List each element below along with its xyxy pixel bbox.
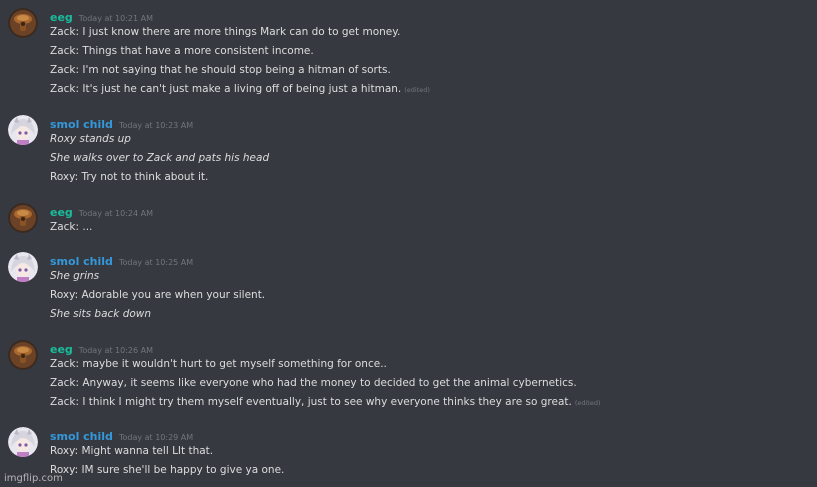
anime-girl-avatar-icon[interactable]: [8, 427, 38, 457]
username[interactable]: smol child: [50, 255, 113, 268]
message-line: Zack: Things that have a more consistent…: [50, 43, 314, 59]
chat-message-list[interactable]: eeg Today at 10:21 AM Zack: I just know th…: [0, 0, 817, 487]
message-line: Zack: I'm not saying that he should stop…: [50, 62, 391, 78]
message-text: Roxy: Try not to think about it.: [50, 171, 209, 183]
message-line: She walks over to Zack and pats his head: [50, 150, 269, 166]
message-text: Roxy stands up: [50, 133, 131, 145]
edited-label: (edited): [404, 86, 430, 94]
wooden-bird-avatar-icon[interactable]: [8, 203, 38, 233]
message-text: She sits back down: [50, 308, 152, 320]
message-line: Zack: ...: [50, 219, 92, 235]
message-line: Roxy: Adorable you are when your silent.: [50, 287, 265, 303]
message-line: Roxy: Might wanna tell LIt that.: [50, 443, 213, 459]
message-line: Zack: I think I might try them myself ev…: [50, 394, 601, 411]
message-text: Roxy: Adorable you are when your silent.: [50, 289, 266, 301]
timestamp: Today at 10:24 AM: [78, 209, 154, 218]
message-line: Zack: Anyway, it seems like everyone who…: [50, 375, 577, 391]
watermark: imgflip.com: [4, 473, 63, 484]
message-group: eeg Today at 10:26 AM Zack: maybe it would…: [0, 340, 817, 412]
message-text: Zack: I'm not saying that he should stop…: [50, 64, 391, 76]
username[interactable]: smol child: [50, 118, 113, 131]
anime-girl-avatar-icon[interactable]: [8, 252, 38, 282]
message-group: smol child Today at 10:29 AM Roxy: Might w…: [0, 427, 817, 480]
message-header: eeg Today at 10:26 AM: [50, 340, 153, 356]
wooden-bird-avatar-icon[interactable]: [8, 340, 38, 370]
timestamp: Today at 10:23 AM: [118, 121, 194, 130]
message-line: Roxy stands up: [50, 131, 131, 147]
message-line: Zack: I just know there are more things …: [50, 24, 400, 40]
message-line: She sits back down: [50, 306, 151, 322]
message-text: Zack: I think I might try them myself ev…: [50, 396, 572, 408]
timestamp: Today at 10:29 AM: [118, 433, 194, 442]
username[interactable]: eeg: [50, 343, 73, 356]
message-text: Zack: It's just he can't just make a liv…: [50, 83, 402, 95]
username[interactable]: smol child: [50, 430, 113, 443]
message-group: smol child Today at 10:23 AM Roxy stands u…: [0, 115, 817, 187]
message-text: She walks over to Zack and pats his head: [50, 152, 270, 164]
message-text: Zack: ...: [50, 221, 93, 233]
message-line: She grins: [50, 268, 99, 284]
message-text: Zack: Anyway, it seems like everyone who…: [50, 377, 577, 389]
message-header: eeg Today at 10:21 AM: [50, 8, 153, 24]
anime-girl-avatar-icon[interactable]: [8, 115, 38, 145]
timestamp: Today at 10:25 AM: [118, 258, 194, 267]
message-header: eeg Today at 10:24 AM: [50, 203, 153, 219]
message-text: She grins: [50, 270, 100, 282]
message-line: Zack: It's just he can't just make a liv…: [50, 81, 430, 98]
message-line: Zack: maybe it wouldn't hurt to get myse…: [50, 356, 387, 372]
edited-label: (edited): [574, 399, 601, 407]
message-text: Zack: I just know there are more things …: [50, 26, 401, 38]
wooden-bird-avatar-icon[interactable]: [8, 8, 38, 38]
message-group: eeg Today at 10:21 AM Zack: I just know th…: [0, 8, 817, 99]
message-header: smol child Today at 10:29 AM: [50, 427, 193, 443]
message-line: Roxy: IM sure she'll be happy to give ya…: [50, 462, 284, 478]
username[interactable]: eeg: [50, 11, 73, 24]
message-text: Roxy: Might wanna tell LIt that.: [50, 445, 214, 457]
username[interactable]: eeg: [50, 206, 73, 219]
message-text: Roxy: IM sure she'll be happy to give ya…: [50, 464, 285, 476]
timestamp: Today at 10:21 AM: [78, 14, 154, 23]
message-group: smol child Today at 10:25 AM She grins Roxy…: [0, 252, 817, 324]
message-line: Roxy: Try not to think about it.: [50, 169, 208, 185]
message-text: Zack: maybe it wouldn't hurt to get myse…: [50, 358, 387, 370]
message-header: smol child Today at 10:23 AM: [50, 115, 193, 131]
message-text: Zack: Things that have a more consistent…: [50, 45, 314, 57]
message-header: smol child Today at 10:25 AM: [50, 252, 193, 268]
timestamp: Today at 10:26 AM: [78, 346, 154, 355]
message-group: eeg Today at 10:24 AM Zack: ...: [0, 203, 817, 237]
